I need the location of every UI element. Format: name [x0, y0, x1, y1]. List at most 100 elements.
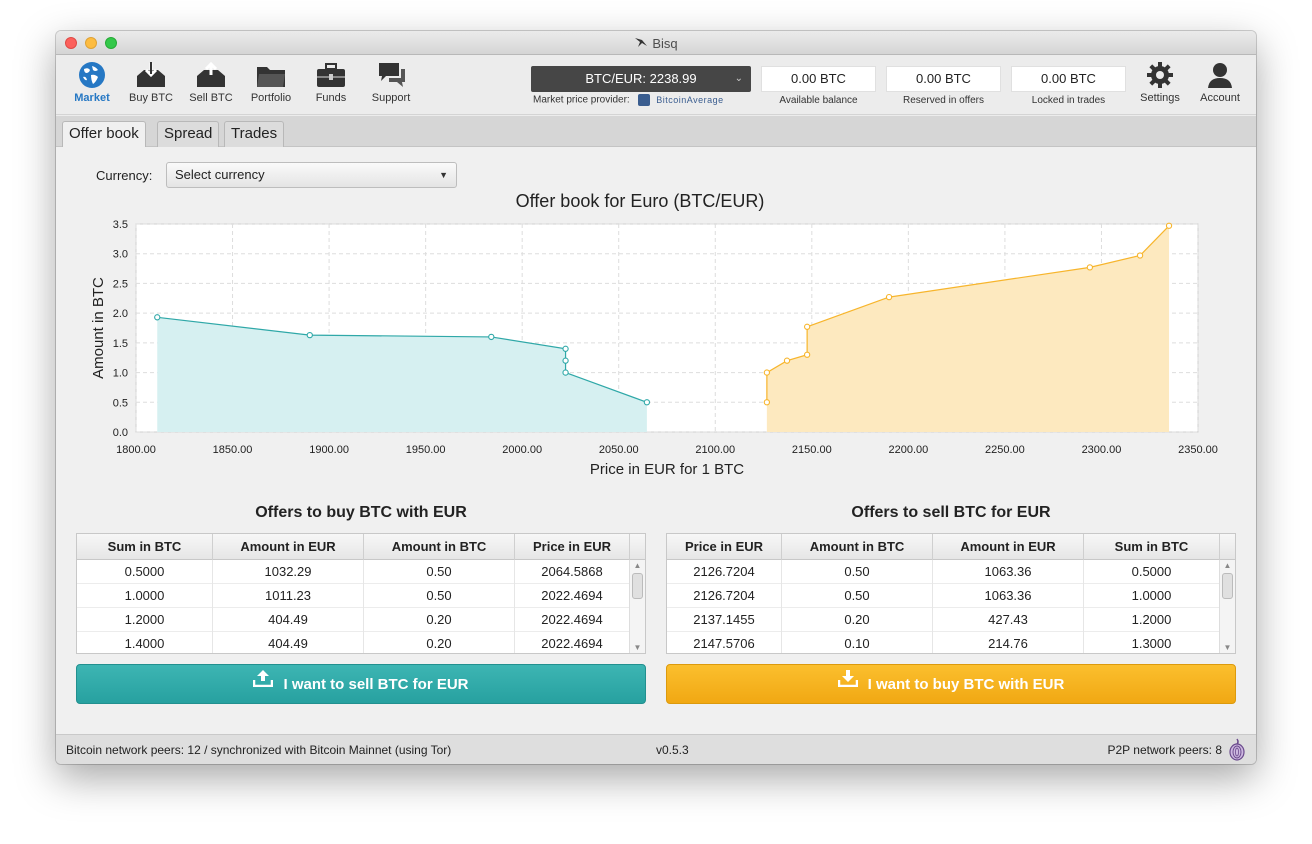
- x-tick-label: 2300.00: [1082, 444, 1122, 456]
- x-tick-label: 1850.00: [213, 444, 253, 456]
- table-cell-sum-btc: 1.3000: [1084, 632, 1220, 653]
- sell-offers-title: Offers to sell BTC for EUR: [851, 504, 1051, 521]
- account-icon: [1208, 63, 1232, 88]
- data-point: [763, 399, 771, 406]
- data-point: [803, 323, 811, 330]
- y-tick-label: 1.5: [113, 338, 128, 350]
- table-cell-price-eur: 2147.5706: [667, 632, 782, 653]
- currency-label: Currency:: [96, 168, 153, 183]
- table-row[interactable]: 2126.7204 0.50 1063.36 1.0000: [667, 584, 1220, 608]
- table-row[interactable]: 2147.5706 0.10 214.76 1.3000: [667, 632, 1220, 653]
- globe-icon: [79, 62, 105, 88]
- sell-table-scrollbar[interactable]: ▲ ▼: [1219, 560, 1235, 653]
- scroll-thumb[interactable]: [1222, 573, 1233, 599]
- table-row[interactable]: 2137.1455 0.20 427.43 1.2000: [667, 608, 1220, 632]
- buy-table-scrollbar[interactable]: ▲ ▼: [629, 560, 645, 653]
- col-amount-eur[interactable]: Amount in EUR: [933, 534, 1084, 560]
- briefcase-icon: [317, 63, 345, 87]
- chevron-down-icon: ⌄: [734, 73, 743, 84]
- available-balance-label: Available balance: [779, 95, 858, 106]
- buy-btc-button[interactable]: I want to buy BTC with EUR: [666, 664, 1236, 704]
- data-point: [1136, 252, 1144, 259]
- table-row[interactable]: 1.4000 404.49 0.20 2022.4694: [77, 632, 630, 653]
- tab-bar: Offer book Spread Trades: [56, 116, 1256, 148]
- table-cell-amount-eur: 1063.36: [933, 584, 1084, 608]
- app-window: Bisq Market Buy BTC Sell BTC Portfolio F…: [56, 31, 1256, 764]
- buy-offers-table[interactable]: Sum in BTC Amount in EUR Amount in BTC P…: [76, 533, 646, 654]
- x-tick-label: 2250.00: [985, 444, 1025, 456]
- offer-book-chart: 1800.00 1850.00 1900.00 1950.00 2000.00 2050.…: [56, 187, 1256, 487]
- table-cell-sum-btc: 1.2000: [77, 608, 213, 632]
- nav-market[interactable]: Market: [62, 61, 122, 104]
- folder-icon: [257, 67, 285, 87]
- data-point: [803, 351, 811, 358]
- col-price-eur[interactable]: Price in EUR: [667, 534, 782, 560]
- locked-balance-value: 0.00 BTC: [1011, 66, 1126, 92]
- nav-support[interactable]: Support: [361, 61, 421, 104]
- col-price-eur[interactable]: Price in EUR: [515, 534, 630, 560]
- table-row[interactable]: 1.2000 404.49 0.20 2022.4694: [77, 608, 630, 632]
- tab-spread[interactable]: Spread: [157, 121, 220, 147]
- table-row[interactable]: 1.0000 1011.23 0.50 2022.4694: [77, 584, 630, 608]
- gear-icon: [1147, 62, 1173, 88]
- nav-settings[interactable]: Settings: [1130, 61, 1190, 104]
- main-toolbar: Market Buy BTC Sell BTC Portfolio Funds …: [56, 55, 1256, 115]
- bitcoin-network-status: Bitcoin network peers: 12 / synchronized…: [66, 743, 452, 757]
- table-cell-sum-btc: 1.0000: [1084, 584, 1220, 608]
- scroll-down-icon[interactable]: ▼: [1220, 642, 1235, 653]
- sell-offers-table[interactable]: Price in EUR Amount in BTC Amount in EUR…: [666, 533, 1236, 654]
- tab-offer-book[interactable]: Offer book: [62, 121, 146, 148]
- nav-account[interactable]: Account: [1190, 61, 1250, 104]
- table-cell-amount-btc: 0.10: [782, 632, 933, 653]
- window-title: Bisq: [56, 36, 1256, 51]
- table-cell-amount-eur: 1032.29: [213, 560, 364, 584]
- col-sum-btc[interactable]: Sum in BTC: [77, 534, 213, 560]
- scroll-up-icon[interactable]: ▲: [630, 560, 645, 572]
- table-row[interactable]: 0.5000 1032.29 0.50 2064.5868: [77, 560, 630, 584]
- table-cell-amount-eur: 1063.36: [933, 560, 1084, 584]
- scroll-thumb[interactable]: [632, 573, 643, 599]
- data-point: [306, 331, 313, 339]
- status-bar: Bitcoin network peers: 12 / synchronized…: [56, 734, 1256, 764]
- provider-label: Market price provider:: [533, 94, 630, 106]
- table-cell-amount-eur: 404.49: [213, 608, 364, 632]
- chat-bubbles-icon: [379, 63, 405, 87]
- col-amount-btc[interactable]: Amount in BTC: [364, 534, 515, 560]
- scroll-up-icon[interactable]: ▲: [1220, 560, 1235, 572]
- nav-buy-btc-label: Buy BTC: [128, 92, 173, 104]
- col-amount-btc[interactable]: Amount in BTC: [782, 534, 933, 560]
- nav-funds[interactable]: Funds: [301, 61, 361, 104]
- table-cell-price-eur: 2137.1455: [667, 608, 782, 632]
- scroll-down-icon[interactable]: ▼: [630, 642, 645, 653]
- nav-sell-btc[interactable]: Sell BTC: [181, 61, 241, 104]
- x-tick-label: 2200.00: [888, 444, 928, 456]
- nav-portfolio[interactable]: Portfolio: [241, 61, 301, 104]
- market-price-selector[interactable]: BTC/EUR: 2238.99 ⌄: [531, 66, 751, 92]
- table-cell-price-eur: 2126.7204: [667, 584, 782, 608]
- currency-select[interactable]: Select currency ▼: [166, 162, 457, 188]
- y-tick-label: 1.0: [113, 368, 128, 380]
- locked-balance-label: Locked in trades: [1031, 95, 1106, 106]
- nav-buy-btc[interactable]: Buy BTC: [121, 61, 181, 104]
- col-amount-eur[interactable]: Amount in EUR: [213, 534, 364, 560]
- nav-support-label: Support: [371, 92, 411, 104]
- table-row[interactable]: 2126.7204 0.50 1063.36 0.5000: [667, 560, 1220, 584]
- y-tick-label: 0.5: [113, 397, 128, 409]
- nav-portfolio-label: Portfolio: [250, 92, 292, 104]
- table-cell-amount-eur: 427.43: [933, 608, 1084, 632]
- table-cell-amount-btc: 0.20: [782, 608, 933, 632]
- data-point: [562, 369, 569, 376]
- table-cell-amount-btc: 0.50: [364, 560, 515, 584]
- y-axis-label: Amount in BTC: [90, 277, 107, 379]
- sell-btc-button[interactable]: I want to sell BTC for EUR: [76, 664, 646, 704]
- tor-onion-icon: [1228, 737, 1246, 764]
- tab-trades[interactable]: Trades: [224, 121, 285, 147]
- col-sum-btc[interactable]: Sum in BTC: [1084, 534, 1220, 560]
- table-cell-amount-btc: 0.50: [364, 584, 515, 608]
- x-tick-label: 1950.00: [406, 444, 446, 456]
- available-balance-value: 0.00 BTC: [761, 66, 876, 92]
- bisq-logo-icon: [634, 36, 648, 51]
- reserved-balance-label: Reserved in offers: [903, 95, 984, 106]
- buy-btc-icon: [137, 62, 165, 87]
- nav-settings-label: Settings: [1140, 92, 1180, 104]
